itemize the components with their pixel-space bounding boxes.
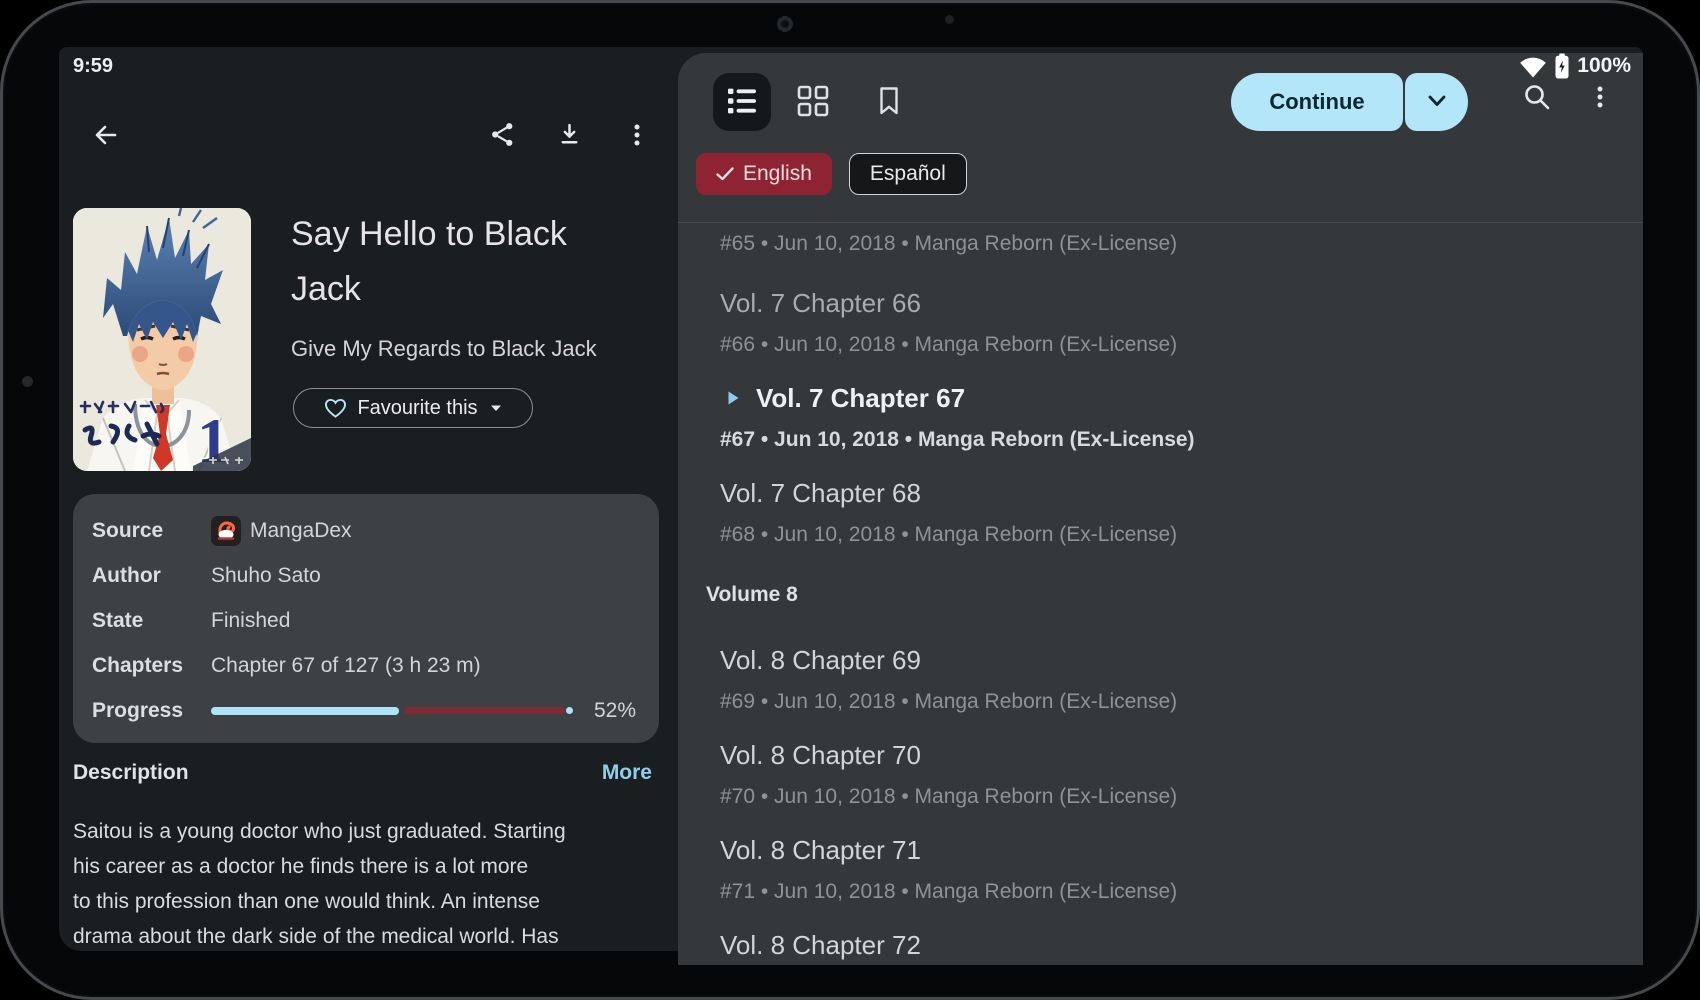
- language-chip-español[interactable]: Español: [849, 153, 967, 195]
- cover-image[interactable]: 1: [73, 208, 251, 471]
- chapter-row[interactable]: Vol. 8 Chapter 72: [678, 920, 1643, 965]
- clock: 9:59: [73, 55, 113, 78]
- progress-label: Progress: [92, 699, 211, 723]
- chapter-row[interactable]: Vol. 8 Chapter 70 #70 • Jun 10, 2018 • Ma…: [678, 730, 1643, 825]
- overflow-menu-icon: [624, 122, 650, 151]
- chapter-list-pane: Continue English Español #65 • Jun 10, 20…: [678, 53, 1643, 965]
- currently-reading-icon: [727, 390, 740, 406]
- description-line: his career as a doctor he finds there is…: [73, 849, 621, 884]
- chapter-title: Vol. 7 Chapter 68: [720, 478, 921, 508]
- info-row-source: SourceMangaDex: [92, 508, 640, 553]
- chapter-row[interactable]: Vol. 7 Chapter 66 #66 • Jun 10, 2018 • Ma…: [678, 278, 1643, 373]
- chapter-overflow-menu-button[interactable]: [1581, 79, 1619, 117]
- description-more-button[interactable]: More: [602, 761, 652, 785]
- chapter-title: Vol. 8 Chapter 69: [720, 645, 921, 675]
- description-text: Saitou is a young doctor who just gradua…: [73, 814, 621, 954]
- info-value: Shuho Sato: [211, 564, 321, 588]
- overflow-menu-button[interactable]: [620, 119, 654, 153]
- chapter-meta: #67 • Jun 10, 2018 • Manga Reborn (Ex-Li…: [720, 426, 1623, 454]
- chapter-meta: #71 • Jun 10, 2018 • Manga Reborn (Ex-Li…: [720, 878, 1623, 906]
- view-mode-grid-button[interactable]: [794, 83, 832, 121]
- progress-bar-read: [211, 707, 399, 715]
- share-icon: [489, 121, 516, 151]
- overflow-menu-icon: [1587, 84, 1613, 113]
- search-button[interactable]: [1518, 79, 1556, 117]
- info-label: Source: [92, 519, 211, 543]
- info-row-chapters: ChaptersChapter 67 of 127 (3 h 23 m): [92, 643, 640, 688]
- chapter-row[interactable]: #65 • Jun 10, 2018 • Manga Reborn (Ex-Li…: [678, 223, 1643, 278]
- chapter-list: #65 • Jun 10, 2018 • Manga Reborn (Ex-Li…: [678, 223, 1643, 965]
- chapter-title: Vol. 8 Chapter 70: [720, 740, 921, 770]
- chevron-down-icon: [490, 404, 502, 412]
- info-row-author: AuthorShuho Sato: [92, 553, 640, 598]
- description-heading: Description: [73, 761, 189, 785]
- battery-charging-icon: [1555, 53, 1569, 79]
- progress-bar: 52%: [211, 699, 640, 723]
- info-value: Chapter 67 of 127 (3 h 23 m): [211, 654, 481, 678]
- search-icon: [1522, 82, 1552, 115]
- view-mode-list-button[interactable]: [713, 73, 771, 131]
- chapter-title: Vol. 7 Chapter 66: [720, 288, 921, 318]
- continue-reading-button[interactable]: Continue: [1231, 73, 1403, 131]
- chapter-meta: #68 • Jun 10, 2018 • Manga Reborn (Ex-Li…: [720, 521, 1623, 549]
- status-icons: 100%: [1519, 53, 1631, 79]
- back-icon: [89, 120, 119, 153]
- chapter-title: Vol. 7 Chapter 67: [756, 383, 965, 413]
- share-button[interactable]: [485, 119, 519, 153]
- progress-bar-thumb: [566, 707, 573, 714]
- chapter-row[interactable]: Vol. 8 Chapter 69 #69 • Jun 10, 2018 • Ma…: [678, 635, 1643, 730]
- progress-percent: 52%: [594, 699, 640, 723]
- chapter-row[interactable]: Vol. 8 Chapter 71 #71 • Jun 10, 2018 • Ma…: [678, 825, 1643, 920]
- chapter-row-current[interactable]: Vol. 7 Chapter 67 #67 • Jun 10, 2018 • Ma…: [678, 373, 1643, 468]
- chapter-meta: #65 • Jun 10, 2018 • Manga Reborn (Ex-Li…: [720, 230, 1623, 258]
- manga-info-card: SourceMangaDexAuthorShuho SatoStateFinis…: [73, 494, 659, 743]
- chapter-title: Vol. 8 Chapter 71: [720, 835, 921, 865]
- bookmark-filter-button[interactable]: [870, 83, 908, 121]
- chapter-row[interactable]: Vol. 7 Chapter 68 #68 • Jun 10, 2018 • Ma…: [678, 468, 1643, 563]
- back-button[interactable]: [87, 119, 121, 153]
- continue-dropdown-button[interactable]: [1405, 73, 1468, 131]
- heart-icon: [324, 398, 347, 419]
- wifi-icon: [1519, 55, 1547, 78]
- progress-row: Progress 52%: [92, 688, 640, 733]
- favourite-button[interactable]: Favourite this: [293, 388, 533, 428]
- manga-subtitle: Give My Regards to Black Jack: [291, 336, 597, 362]
- favourite-button-label: Favourite this: [357, 397, 477, 420]
- mangadex-source-icon: [211, 516, 241, 546]
- chapter-meta: #69 • Jun 10, 2018 • Manga Reborn (Ex-Li…: [720, 688, 1623, 716]
- volume-header: Volume 8: [678, 563, 1643, 635]
- front-camera: [777, 16, 793, 32]
- grid-view-icon: [797, 85, 829, 120]
- list-view-icon: [727, 88, 757, 117]
- battery-percent: 100%: [1577, 54, 1631, 78]
- progress-bar-unread: [404, 707, 565, 714]
- language-filter-chips: English Español: [696, 153, 967, 195]
- description-line: Saitou is a young doctor who just gradua…: [73, 814, 621, 849]
- bookmark-icon: [877, 86, 901, 119]
- chevron-down-icon: [1426, 94, 1448, 111]
- ambient-sensor: [945, 15, 954, 24]
- download-icon: [556, 121, 583, 151]
- info-label: Author: [92, 564, 211, 588]
- tablet-device-frame: 9:59: [0, 0, 1700, 1000]
- check-icon: [716, 167, 734, 181]
- download-button[interactable]: [552, 119, 586, 153]
- chapter-meta: #66 • Jun 10, 2018 • Manga Reborn (Ex-Li…: [720, 331, 1623, 359]
- chapter-meta: #70 • Jun 10, 2018 • Manga Reborn (Ex-Li…: [720, 783, 1623, 811]
- info-row-state: StateFinished: [92, 598, 640, 643]
- info-label: Chapters: [92, 654, 211, 678]
- info-value: MangaDex: [211, 516, 352, 546]
- info-value: Finished: [211, 609, 290, 633]
- screen: 9:59: [59, 47, 1643, 965]
- side-camera: [22, 376, 33, 387]
- manga-title: Say Hello to Black Jack: [291, 207, 625, 317]
- description-line: to this profession than one would think.…: [73, 884, 621, 919]
- description-line: drama about the dark side of the medical…: [73, 919, 621, 954]
- chapter-title: Vol. 8 Chapter 72: [720, 930, 921, 960]
- language-chip-english[interactable]: English: [696, 153, 832, 195]
- info-label: State: [92, 609, 211, 633]
